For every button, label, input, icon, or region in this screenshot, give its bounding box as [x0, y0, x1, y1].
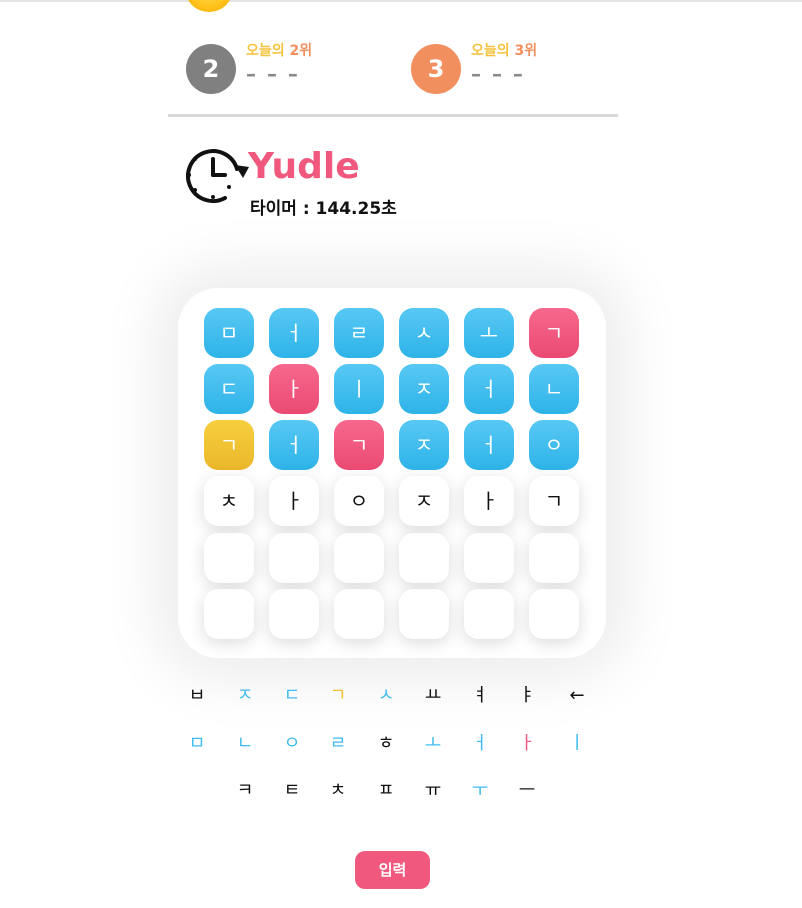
board-tile — [334, 589, 384, 639]
board-tile: ㅏ — [269, 364, 319, 414]
keyboard-key[interactable]: ㅓ — [460, 729, 500, 759]
board-tile: ㄹ — [334, 308, 384, 358]
keyboard-key[interactable]: ㅏ — [507, 729, 547, 759]
board-tile — [334, 533, 384, 583]
rank-label-prefix: 오늘의 — [471, 43, 515, 59]
board-tile: ㅇ — [334, 476, 384, 526]
keyboard-key[interactable]: ㅣ — [557, 729, 597, 759]
rank-second: 2 오늘의 2위 – – – — [186, 42, 386, 94]
board-tile: ㅓ — [464, 364, 514, 414]
keyboard-key[interactable]: ㅂ — [177, 681, 217, 711]
timer-readout: 타이머 : 144.25초 — [250, 199, 397, 219]
board-tile: ㅓ — [269, 308, 319, 358]
submit-button[interactable]: 입력 — [355, 851, 430, 889]
keyboard-key[interactable]: ㅡ — [507, 776, 547, 806]
backspace-key[interactable]: ← — [557, 681, 597, 711]
board-tile: ㄴ — [529, 364, 579, 414]
board-tile: ㅁ — [204, 308, 254, 358]
board-tile: ㅏ — [464, 476, 514, 526]
keyboard-key[interactable]: ㄴ — [225, 729, 265, 759]
board-tile: ㅓ — [464, 420, 514, 470]
keyboard-key[interactable]: ㅊ — [318, 776, 358, 806]
keyboard-key[interactable]: ㅁ — [177, 729, 217, 759]
rank-third: 3 오늘의 3위 – – – — [411, 42, 611, 94]
board-tile — [464, 589, 514, 639]
board-tile: ㅗ — [464, 308, 514, 358]
keyboard-key[interactable]: ㅠ — [413, 776, 453, 806]
board-tile — [464, 533, 514, 583]
keyboard-key[interactable]: ㅈ — [225, 681, 265, 711]
board-tile: ㅅ — [399, 308, 449, 358]
board-tile — [204, 589, 254, 639]
board-tile: ㅏ — [269, 476, 319, 526]
rank-player: – – – — [246, 62, 300, 86]
keyboard-key[interactable]: ㅕ — [460, 681, 500, 711]
board-tile — [399, 533, 449, 583]
keyboard-key[interactable]: ㅍ — [366, 776, 406, 806]
board-tile: ㄷ — [204, 364, 254, 414]
top-divider — [0, 0, 802, 2]
keyboard-key[interactable]: ㅋ — [225, 776, 265, 806]
keyboard-key[interactable]: ㄷ — [272, 681, 312, 711]
board-tile: ㅊ — [204, 476, 254, 526]
section-divider — [168, 114, 618, 117]
keyboard-key[interactable]: ㄱ — [318, 681, 358, 711]
rank-label-rank: 2위 — [289, 43, 313, 59]
rank-label-rank: 3위 — [514, 43, 538, 59]
board-tile: ㅣ — [334, 364, 384, 414]
keyboard-key[interactable]: ㅗ — [413, 729, 453, 759]
board-tile — [269, 589, 319, 639]
rank-player: – – – — [471, 62, 525, 86]
keyboard-key[interactable]: ㅅ — [366, 681, 406, 711]
first-place-medal-icon — [186, 0, 232, 12]
keyboard-key[interactable]: ㄹ — [318, 729, 358, 759]
keyboard-key[interactable]: ㅛ — [413, 681, 453, 711]
rank-label: 오늘의 2위 — [246, 40, 312, 60]
game-title: Yudle — [248, 146, 360, 187]
rank-badge-3: 3 — [411, 44, 461, 94]
board-tile: ㅈ — [399, 420, 449, 470]
board-tile: ㅈ — [399, 476, 449, 526]
keyboard-key[interactable]: ㅜ — [460, 776, 500, 806]
rank-label-prefix: 오늘의 — [246, 43, 290, 59]
board-tile — [529, 533, 579, 583]
clock-timer-icon — [185, 145, 251, 209]
board-tile — [399, 589, 449, 639]
board-tile: ㄱ — [334, 420, 384, 470]
board-tile: ㅈ — [399, 364, 449, 414]
board-tile: ㄱ — [204, 420, 254, 470]
rank-badge-2: 2 — [186, 44, 236, 94]
rank-label: 오늘의 3위 — [471, 40, 537, 60]
board-tile — [269, 533, 319, 583]
board-tile — [529, 589, 579, 639]
board-tile — [204, 533, 254, 583]
board-tile: ㅇ — [529, 420, 579, 470]
board-tile: ㄱ — [529, 476, 579, 526]
keyboard-key[interactable]: ㅌ — [272, 776, 312, 806]
keyboard-key[interactable]: ㅇ — [272, 729, 312, 759]
keyboard-key[interactable]: ㅎ — [366, 729, 406, 759]
board-tile: ㅓ — [269, 420, 319, 470]
keyboard-key[interactable]: ㅑ — [507, 681, 547, 711]
board-tile: ㄱ — [529, 308, 579, 358]
